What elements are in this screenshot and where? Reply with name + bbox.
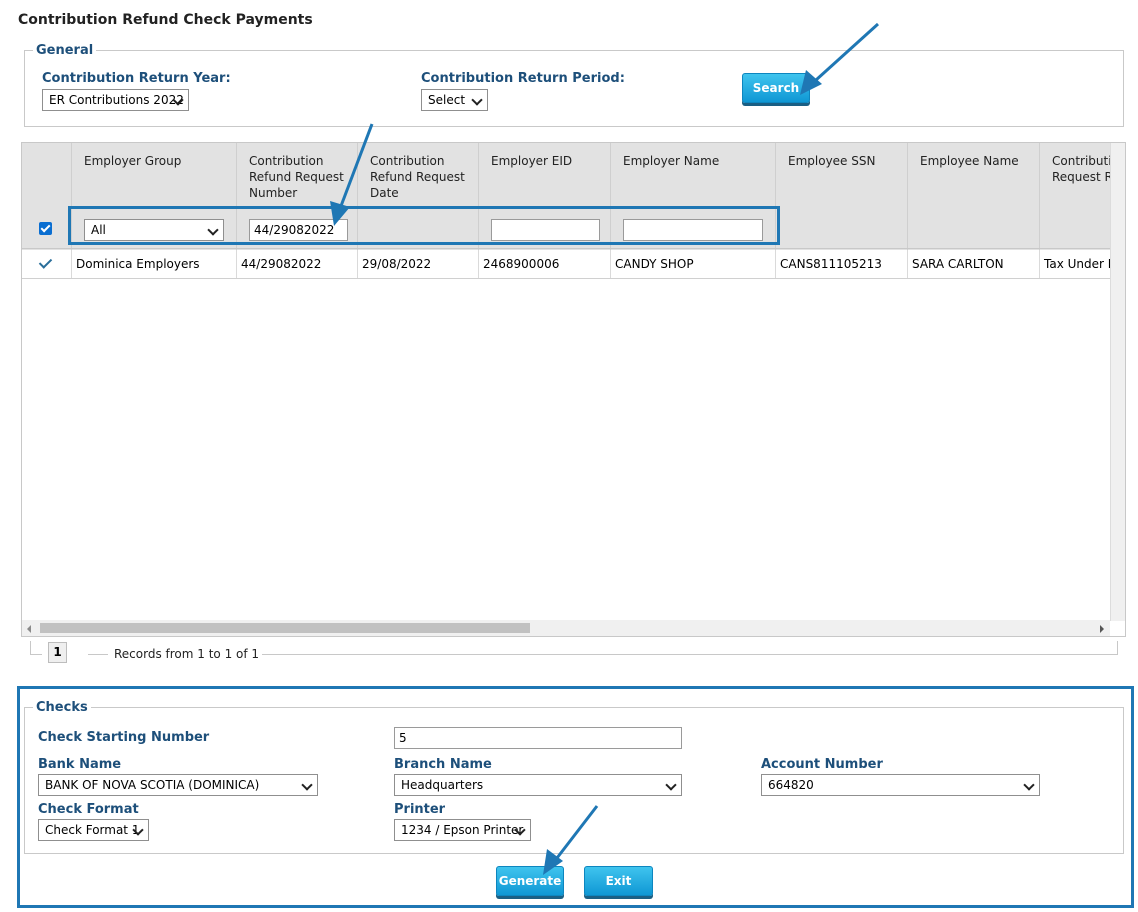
annotation-arrows — [330, 22, 880, 875]
generate-arrow-line — [555, 805, 599, 859]
filter-arrow-head — [330, 201, 350, 226]
search-arrow-head — [800, 70, 822, 95]
filter-arrow-line — [339, 123, 374, 207]
search-arrow-line — [814, 22, 880, 82]
